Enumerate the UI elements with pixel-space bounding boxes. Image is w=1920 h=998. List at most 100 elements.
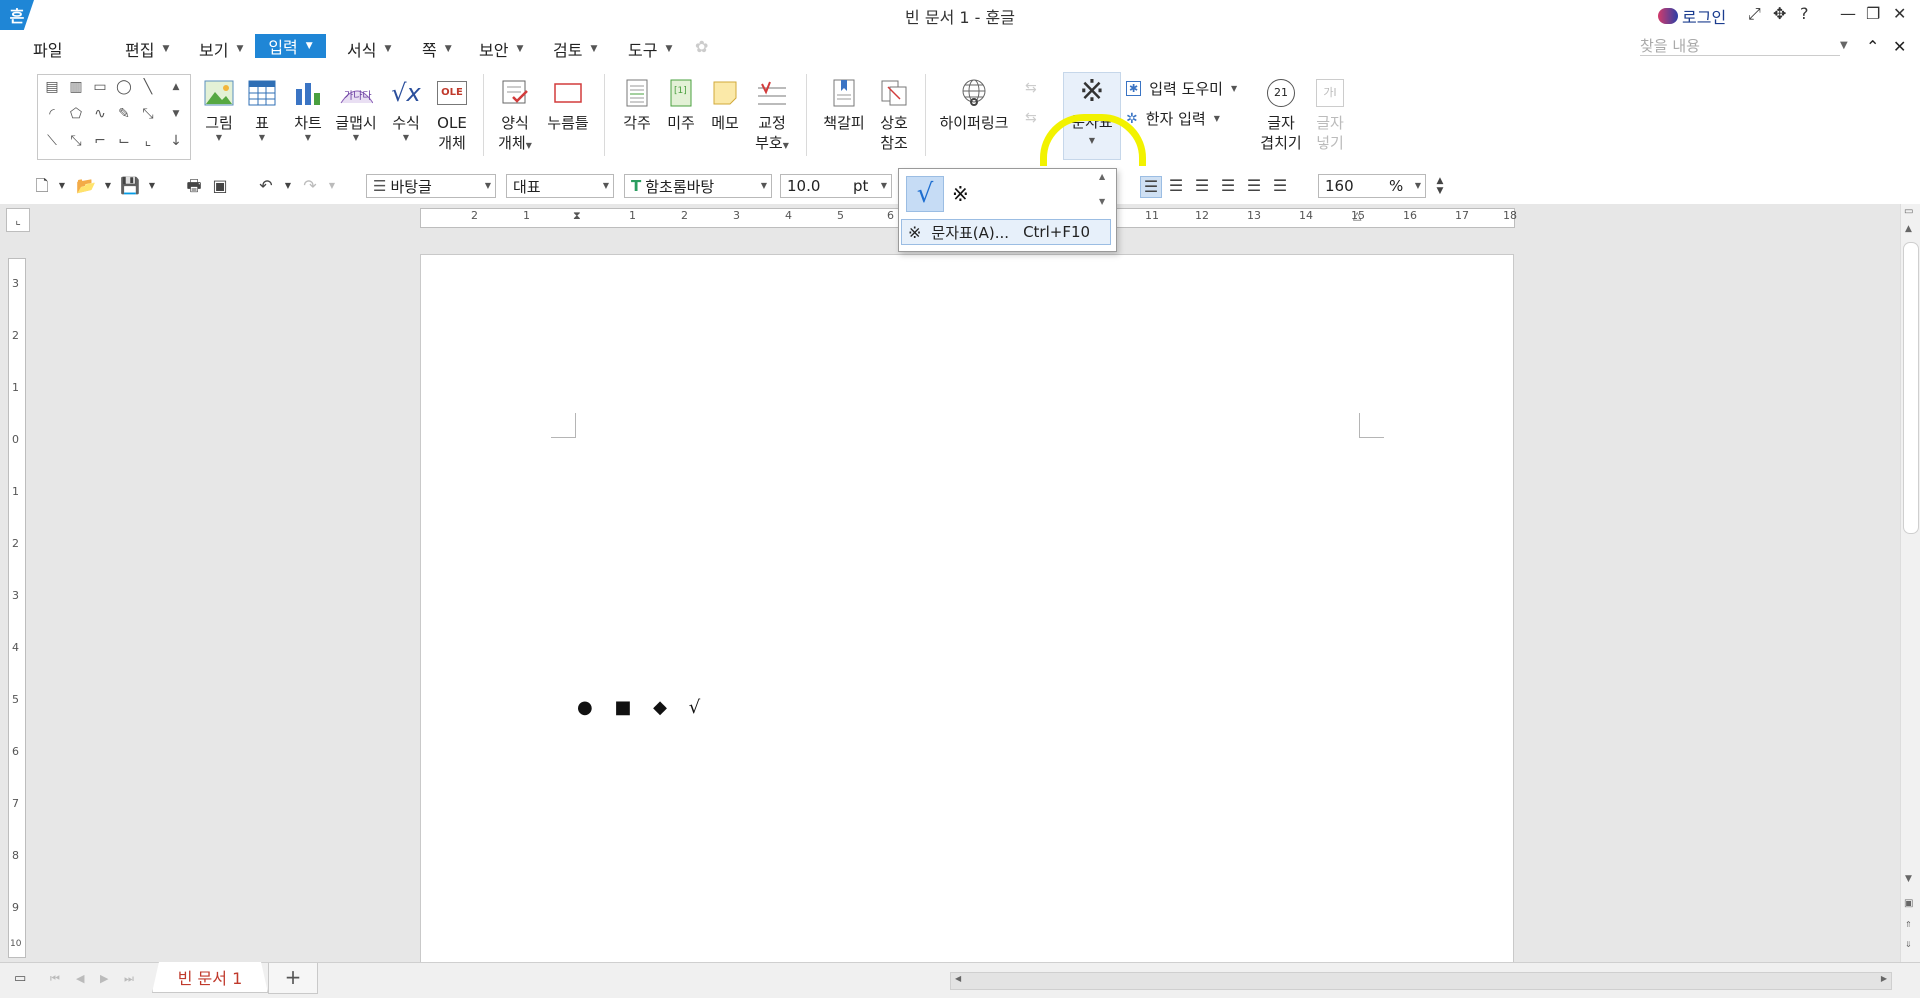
open-folder-icon[interactable]: 📂	[76, 176, 96, 196]
gallery-more-icon[interactable]: ↓	[166, 131, 186, 151]
view-toggle-icon[interactable]: ▭	[14, 971, 26, 986]
curve-shape-icon[interactable]: ∿	[90, 104, 110, 124]
char-insert-button[interactable]: 가I 글자 넣기	[1310, 76, 1350, 153]
chart-button[interactable]: 차트 ▼	[288, 76, 328, 143]
collapse-ribbon-icon[interactable]: ⌃	[1866, 37, 1879, 56]
frame-shape-icon[interactable]: ▥	[66, 77, 86, 97]
language-select[interactable]: 대표 ▼	[506, 174, 614, 198]
document-page[interactable]	[420, 254, 1514, 964]
zoom-stepper-icon[interactable]: ▲ ▼	[1430, 176, 1450, 196]
proofreading-button[interactable]: 교정 부호▼	[752, 76, 792, 153]
shape-gallery[interactable]: ▤ ▥ ▭ ◯ ╲ ◜ ⬠ ∿ ✎ ⤡ ⟍ ⤡ ⌐ ⌙ ⌞ ▲ ▼ ↓	[37, 74, 191, 160]
split-icon[interactable]: ▭	[1904, 206, 1913, 217]
connector-shape-icon[interactable]: ⤡	[138, 104, 158, 124]
close-icon[interactable]: ✕	[1893, 4, 1906, 23]
indent-marker-icon[interactable]: ⧗	[573, 209, 581, 223]
next-tab-icon[interactable]: ▶	[100, 972, 108, 985]
redo-icon[interactable]: ↷	[300, 176, 320, 196]
save-icon[interactable]: 💾	[120, 176, 140, 196]
form-object-button[interactable]: 양식 개체▼	[495, 76, 535, 153]
wordart-button[interactable]: 가나다 글맵시 ▼	[333, 76, 379, 143]
memo-button[interactable]: 메모	[707, 76, 743, 133]
elbow-arrow-icon[interactable]: ⌙	[114, 131, 134, 151]
right-margin-marker-icon[interactable]: △	[1353, 209, 1361, 222]
menu-page[interactable]: 쪽 ▼	[422, 37, 452, 61]
horizontal-scrollbar[interactable]: ◀ ▶	[950, 972, 1892, 990]
double-elbow-icon[interactable]: ⌞	[138, 131, 158, 151]
menu-edit[interactable]: 편집 ▼	[125, 37, 169, 61]
polygon-shape-icon[interactable]: ⬠	[66, 104, 86, 124]
print-icon[interactable]: 🖶	[184, 176, 204, 196]
restore-icon[interactable]: ❐	[1866, 4, 1880, 23]
endnote-button[interactable]: [1] 미주	[663, 76, 699, 133]
arrow-connector-icon[interactable]: ⤡	[66, 131, 86, 151]
ellipse-shape-icon[interactable]: ◯	[114, 77, 134, 97]
align-justify-icon[interactable]: ☰	[1140, 176, 1162, 198]
fullscreen-icon[interactable]: ⤢	[1748, 4, 1761, 24]
print-preview-icon[interactable]: ▣	[210, 176, 230, 196]
hyperlink-button[interactable]: 하이퍼링크	[936, 76, 1012, 133]
gallery-up-icon[interactable]: ▲	[166, 77, 186, 97]
chevron-down-icon[interactable]: ▼	[322, 176, 342, 196]
font-size-input[interactable]: 10.0 pt ▼	[780, 174, 892, 198]
formula-button[interactable]: √x 수식 ▼	[386, 76, 426, 143]
add-tab-button[interactable]: +	[268, 963, 318, 994]
menu-security[interactable]: 보안 ▼	[479, 37, 523, 61]
scroll-right-icon[interactable]: ▶	[1881, 974, 1887, 983]
gallery-down-icon[interactable]: ▼	[166, 104, 186, 124]
prev-page-icon[interactable]: ⇑	[1905, 920, 1912, 929]
menu-review[interactable]: 검토 ▼	[553, 37, 597, 61]
document-tab[interactable]: 빈 문서 1	[152, 962, 268, 993]
menu-file[interactable]: 파일	[33, 37, 62, 61]
bookmark-button[interactable]: 책갈피	[821, 76, 867, 133]
find-dropdown-icon[interactable]: ▼	[1840, 40, 1848, 51]
menu-tools[interactable]: 도구 ▼	[628, 37, 672, 61]
scroll-up-icon[interactable]: ▲	[1905, 224, 1912, 234]
picture-button[interactable]: 그림 ▼	[202, 76, 236, 143]
extension-icon[interactable]: ✿	[695, 37, 708, 56]
rectangle-shape-icon[interactable]: ▭	[90, 77, 110, 97]
charmap-dialog-item[interactable]: ※ 문자표(A)... Ctrl+F10	[901, 219, 1111, 245]
cross-reference-button[interactable]: 상호 참조	[876, 76, 912, 153]
prev-tab-icon[interactable]: ◀	[76, 972, 84, 985]
first-tab-icon[interactable]: ⏮	[50, 972, 60, 986]
page-view-icon[interactable]: ▣	[1904, 898, 1913, 909]
straight-connector-icon[interactable]: ⟍	[42, 131, 62, 151]
vertical-scroll-thumb[interactable]	[1903, 242, 1919, 534]
pen-shape-icon[interactable]: ✎	[114, 104, 134, 124]
arc-shape-icon[interactable]: ◜	[42, 104, 62, 124]
align-center-icon[interactable]: ☰	[1192, 176, 1212, 196]
char-overlap-button[interactable]: 21 글자 겹치기	[1258, 76, 1304, 153]
zoom-input[interactable]: 160 % ▼	[1318, 174, 1426, 198]
hanja-input-button[interactable]: ✲ 한자 입력 ▼	[1126, 108, 1220, 129]
align-right-icon[interactable]: ☰	[1218, 176, 1238, 196]
input-helper-button[interactable]: ✱ 입력 도우미 ▼	[1126, 78, 1237, 99]
textbox-shape-icon[interactable]: ▤	[42, 77, 62, 97]
close-doc-icon[interactable]: ✕	[1893, 37, 1906, 56]
chevron-down-icon[interactable]: ▼	[52, 176, 72, 196]
line-shape-icon[interactable]: ╲	[138, 77, 158, 97]
recent-symbol-reference-mark[interactable]: ※	[952, 182, 969, 206]
popup-scroll-down-icon[interactable]: ▼	[1099, 197, 1105, 206]
table-button[interactable]: 표 ▼	[245, 76, 279, 143]
chevron-down-icon[interactable]: ▼	[278, 176, 298, 196]
ruler-corner-icon[interactable]: ⌞	[6, 208, 30, 232]
new-document-icon[interactable]: 🗋	[32, 176, 52, 196]
resize-icon[interactable]: ✥	[1773, 4, 1786, 23]
chevron-down-icon[interactable]: ▼	[98, 176, 118, 196]
help-button[interactable]: ?	[1800, 4, 1809, 23]
style-select[interactable]: ☰ 바탕글 ▼	[366, 174, 496, 198]
menu-format[interactable]: 서식 ▼	[347, 37, 391, 61]
vertical-ruler[interactable]: 3 2 1 0 1 2 3 4 5 6 7 8 9 10	[8, 258, 26, 958]
minimize-icon[interactable]: —	[1840, 4, 1856, 23]
align-distribute-icon[interactable]: ☰	[1244, 176, 1264, 196]
recent-symbol-check[interactable]: √	[906, 176, 944, 212]
popup-scroll-up-icon[interactable]: ▲	[1099, 172, 1105, 181]
scroll-down-icon[interactable]: ▼	[1905, 874, 1912, 884]
align-divide-icon[interactable]: ☰	[1270, 176, 1290, 196]
press-frame-button[interactable]: 누름틀	[545, 76, 591, 133]
chevron-down-icon[interactable]: ▼	[142, 176, 162, 196]
document-text[interactable]: ● ■ ◆ √	[577, 697, 708, 718]
last-tab-icon[interactable]: ⏭	[124, 972, 134, 986]
menu-input[interactable]: 입력 ▼	[255, 34, 326, 58]
